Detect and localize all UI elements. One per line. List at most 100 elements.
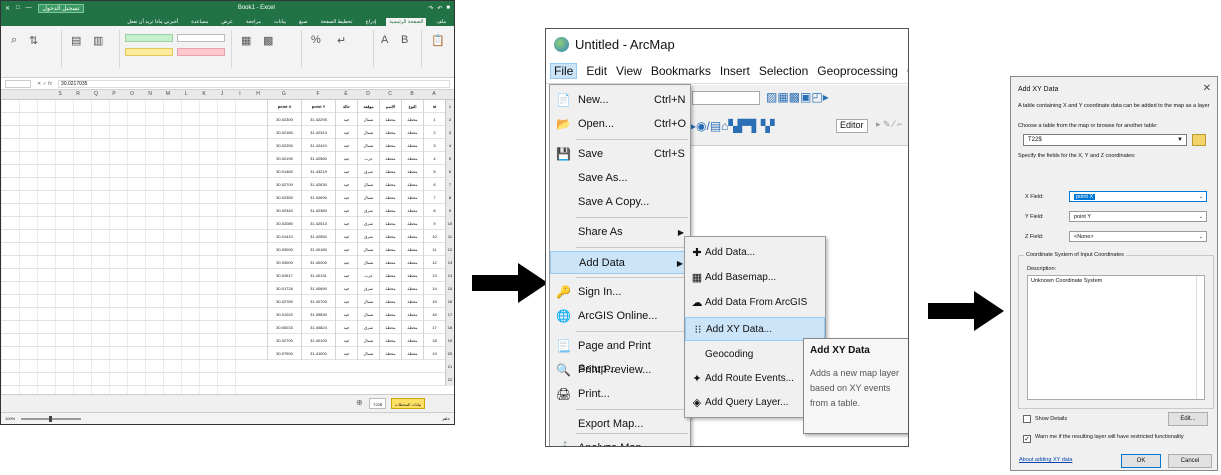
ribbon-tab[interactable]: إدراج [363, 18, 380, 26]
file-menu-item[interactable]: Add Data ▶ [550, 251, 690, 274]
cell[interactable]: محطة [379, 308, 401, 321]
row-number[interactable]: 12 [445, 243, 454, 256]
cell[interactable]: 30.03000 [267, 243, 301, 256]
column-header[interactable]: H [249, 91, 267, 97]
sheet-tab-active[interactable]: بيانات المحطات [391, 398, 426, 409]
about-adding-xy-link[interactable]: About adding XY data [1019, 457, 1072, 463]
cell[interactable]: 6 [423, 178, 445, 191]
cell[interactable]: شمال [357, 126, 379, 139]
cell[interactable]: 18 [423, 334, 445, 347]
cell[interactable]: 31.40200 [301, 256, 335, 269]
style-normal-chip[interactable] [177, 34, 225, 42]
cell[interactable]: 8 [423, 204, 445, 217]
cell[interactable]: point X [267, 100, 301, 113]
chevron-down-icon[interactable]: ⌄ [1199, 232, 1203, 242]
redo-icon[interactable]: ↷ [428, 5, 433, 12]
cell[interactable]: 16 [423, 308, 445, 321]
cell[interactable]: 4 [423, 152, 445, 165]
font-color-icon[interactable]: A [381, 34, 388, 46]
row-number[interactable]: 14 [445, 269, 454, 282]
column-header[interactable]: I [231, 91, 249, 97]
menu-geoprocessing[interactable]: Geoprocessing [817, 64, 898, 78]
wrap-text-icon[interactable]: ↵ [337, 34, 346, 47]
cell[interactable]: 30.02180 [267, 126, 301, 139]
cell[interactable]: محطة [379, 178, 401, 191]
row-number[interactable]: 19 [445, 334, 454, 347]
cell[interactable]: محطة [379, 334, 401, 347]
name-box[interactable] [5, 79, 31, 88]
close-icon[interactable]: ✕ [1203, 83, 1211, 94]
file-menu-item[interactable]: 🖨 Print... [550, 383, 690, 406]
file-menu-item[interactable]: 🔑 Sign In... [550, 281, 690, 304]
column-header[interactable]: L [177, 91, 195, 97]
row-number[interactable]: 17 [445, 308, 454, 321]
cell[interactable]: محطة [379, 347, 401, 360]
cell[interactable]: محطة [379, 113, 401, 126]
y-field-select[interactable]: point Y ⌄ [1069, 211, 1207, 222]
cell[interactable]: محطة [401, 217, 423, 230]
cell[interactable]: 31.42513 [301, 217, 335, 230]
cell[interactable]: محطة [379, 165, 401, 178]
column-header[interactable]: R [69, 91, 87, 97]
cell[interactable]: محطة [401, 269, 423, 282]
cell[interactable]: شرق [357, 165, 379, 178]
cell[interactable]: شمال [357, 113, 379, 126]
cell[interactable]: الاسم [379, 100, 401, 113]
cell[interactable]: شمال [357, 191, 379, 204]
cell[interactable]: شمال [357, 243, 379, 256]
ok-button[interactable]: OK [1121, 454, 1161, 468]
ribbon-tab[interactable]: أخبرني ماذا تريد أن تفعل [124, 18, 181, 26]
file-menu-item[interactable]: 🔍 Print Preview... [550, 359, 690, 382]
cell[interactable]: محطة [401, 256, 423, 269]
ribbon-tab[interactable]: مراجعة [243, 18, 264, 26]
column-header[interactable]: P [105, 91, 123, 97]
row-number[interactable]: 8 [445, 191, 454, 204]
cell[interactable]: جيد [335, 204, 357, 217]
cell[interactable]: محطة [401, 295, 423, 308]
cell[interactable]: محطة [401, 165, 423, 178]
edit-button[interactable]: Edit... [1168, 412, 1208, 426]
cell[interactable]: محطة [401, 113, 423, 126]
cell[interactable]: 31.39830 [301, 308, 335, 321]
cell[interactable]: جيد [335, 178, 357, 191]
cell[interactable]: 31.41000 [301, 347, 335, 360]
cell[interactable]: 31.42380 [301, 204, 335, 217]
style-good-chip[interactable] [125, 34, 173, 42]
file-menu-item[interactable]: Export Map... [550, 413, 690, 436]
cell[interactable]: النوع [401, 100, 423, 113]
cell[interactable]: 30.00033 [267, 321, 301, 334]
file-menu-item[interactable]: 🌐 ArcGIS Online... [550, 305, 690, 328]
cell[interactable]: 3 [423, 139, 445, 152]
cell[interactable]: 31.40690 [301, 282, 335, 295]
cell[interactable]: موقعه [357, 100, 379, 113]
style-bad-chip[interactable] [177, 48, 225, 56]
cell[interactable]: 30.02300 [267, 113, 301, 126]
cell[interactable]: محطة [379, 139, 401, 152]
cell[interactable]: جيد [335, 282, 357, 295]
add-data-submenu-item[interactable]: ✚ Add Data... [685, 241, 825, 265]
undo-icon[interactable]: ↶ [437, 5, 442, 12]
cell[interactable]: 31.42314 [301, 126, 335, 139]
delete-cells-icon[interactable]: ▥ [93, 34, 103, 47]
cell[interactable]: 7 [423, 191, 445, 204]
cell[interactable]: 30.02700 [267, 178, 301, 191]
cell[interactable]: 30.02700 [267, 334, 301, 347]
column-header[interactable]: A [423, 91, 445, 97]
cell[interactable]: 30.01020 [267, 308, 301, 321]
row-number[interactable]: 6 [445, 165, 454, 178]
cell[interactable]: غرب [357, 269, 379, 282]
cell[interactable]: 31.43219 [301, 165, 335, 178]
cell[interactable]: 15 [423, 295, 445, 308]
scale-dropdown[interactable] [692, 91, 760, 105]
cell[interactable]: 30.07900 [267, 347, 301, 360]
cell[interactable]: 10 [423, 230, 445, 243]
ribbon-tab[interactable]: صيغ [296, 18, 310, 26]
cell[interactable]: 31.40180 [301, 243, 335, 256]
cell[interactable]: محطة [401, 347, 423, 360]
sheet-tab[interactable]: T22$ [369, 398, 387, 409]
column-header[interactable]: F [301, 91, 335, 97]
cell[interactable]: محطة [401, 321, 423, 334]
sort-filter-icon[interactable]: ⇅ [29, 34, 38, 47]
file-menu-item[interactable]: 📂 Open... Ctrl+O [550, 113, 690, 136]
cell[interactable]: محطة [401, 282, 423, 295]
